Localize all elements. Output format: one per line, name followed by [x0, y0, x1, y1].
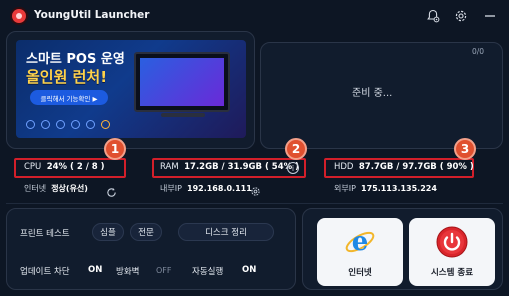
step-badge-2: 2 — [285, 138, 307, 160]
title-bar: YoungUtil Launcher — [0, 0, 509, 32]
refresh-icon[interactable] — [106, 183, 117, 202]
internet-value: 정상(유선) — [51, 184, 88, 193]
internet-explorer-icon: e — [344, 226, 376, 262]
update-block-label: 업데이트 차단 — [20, 267, 70, 277]
internal-ip-label: 내부IP — [160, 184, 182, 193]
ram-value: 17.2GB / 31.9GB ( 54% ) — [184, 162, 299, 172]
info-icon[interactable]: i — [287, 162, 299, 174]
shutdown-tile[interactable]: 시스템 종료 — [409, 218, 495, 286]
power-icon — [436, 226, 468, 262]
section-divider — [6, 203, 503, 204]
banner-button[interactable]: 클릭해서 기능확인 ▶ — [30, 90, 108, 105]
feature-icon — [56, 120, 65, 129]
cpu-label: CPU — [24, 162, 42, 172]
gear-icon[interactable] — [452, 7, 470, 25]
banner-headline: 스마트 POS 운영 — [26, 52, 125, 67]
external-ip: 외부IP 175.113.135.224 — [334, 183, 437, 194]
monitor-screen — [140, 58, 224, 106]
autorun-toggle[interactable]: ON — [242, 265, 256, 275]
external-ip-label: 외부IP — [334, 184, 356, 193]
feature-icon — [71, 120, 80, 129]
hdd-stat: HDD 87.7GB / 97.7GB ( 90% ) — [334, 162, 474, 172]
app-logo-icon — [12, 9, 26, 23]
internal-ip-value: 192.168.0.111 — [187, 184, 252, 193]
internal-ip: 내부IP 192.168.0.111 — [160, 183, 252, 194]
autorun-label: 자동실행 — [192, 267, 224, 277]
external-ip-value: 175.113.135.224 — [361, 184, 437, 193]
feature-icon — [26, 120, 35, 129]
internet-status: 인터넷 정상(유선) — [24, 183, 88, 194]
app-title: YoungUtil Launcher — [34, 9, 150, 21]
feature-icon — [86, 120, 95, 129]
promo-banner[interactable]: 스마트 POS 운영 올인원 런처! 클릭해서 기능확인 ▶ — [16, 40, 246, 138]
ip-settings-gear-icon[interactable] — [250, 182, 261, 201]
cpu-stat: CPU 24% ( 2 / 8 ) — [24, 162, 105, 172]
progress-counter: 0/0 — [472, 47, 485, 56]
print-simple-button[interactable]: 심플 — [92, 223, 124, 241]
hdd-value: 87.7GB / 97.7GB ( 90% ) — [358, 162, 474, 172]
step-badge-3: 3 — [454, 138, 476, 160]
print-full-button[interactable]: 전문 — [130, 223, 162, 241]
minimize-icon[interactable] — [481, 7, 499, 25]
monitor-illustration — [134, 52, 230, 112]
monitor-stand — [161, 113, 205, 117]
hdd-label: HDD — [334, 162, 354, 172]
feature-icon — [41, 120, 50, 129]
firewall-label: 방화벽 — [116, 267, 140, 277]
feature-icon — [101, 120, 110, 129]
disk-cleanup-button[interactable]: 디스크 정리 — [178, 223, 274, 241]
shutdown-tile-label: 시스템 종료 — [430, 268, 474, 278]
update-block-toggle[interactable]: ON — [88, 265, 102, 275]
svg-text:e: e — [352, 227, 369, 257]
firewall-toggle[interactable]: OFF — [156, 266, 172, 275]
cpu-value: 24% ( 2 / 8 ) — [46, 162, 105, 172]
status-message: 준비 중... — [352, 88, 393, 99]
ram-label: RAM — [160, 162, 179, 172]
internet-tile-label: 인터넷 — [348, 268, 372, 278]
internet-tile[interactable]: e 인터넷 — [317, 218, 403, 286]
step-badge-1: 1 — [104, 138, 126, 160]
internet-label: 인터넷 — [24, 184, 47, 193]
banner-highlight: 올인원 런처! — [26, 68, 108, 86]
print-test-label: 프린트 테스트 — [20, 229, 70, 239]
notification-settings-icon[interactable] — [424, 7, 442, 25]
banner-feature-icons — [26, 120, 110, 129]
tools-panel — [6, 208, 296, 290]
ram-stat: RAM 17.2GB / 31.9GB ( 54% ) — [160, 162, 299, 172]
